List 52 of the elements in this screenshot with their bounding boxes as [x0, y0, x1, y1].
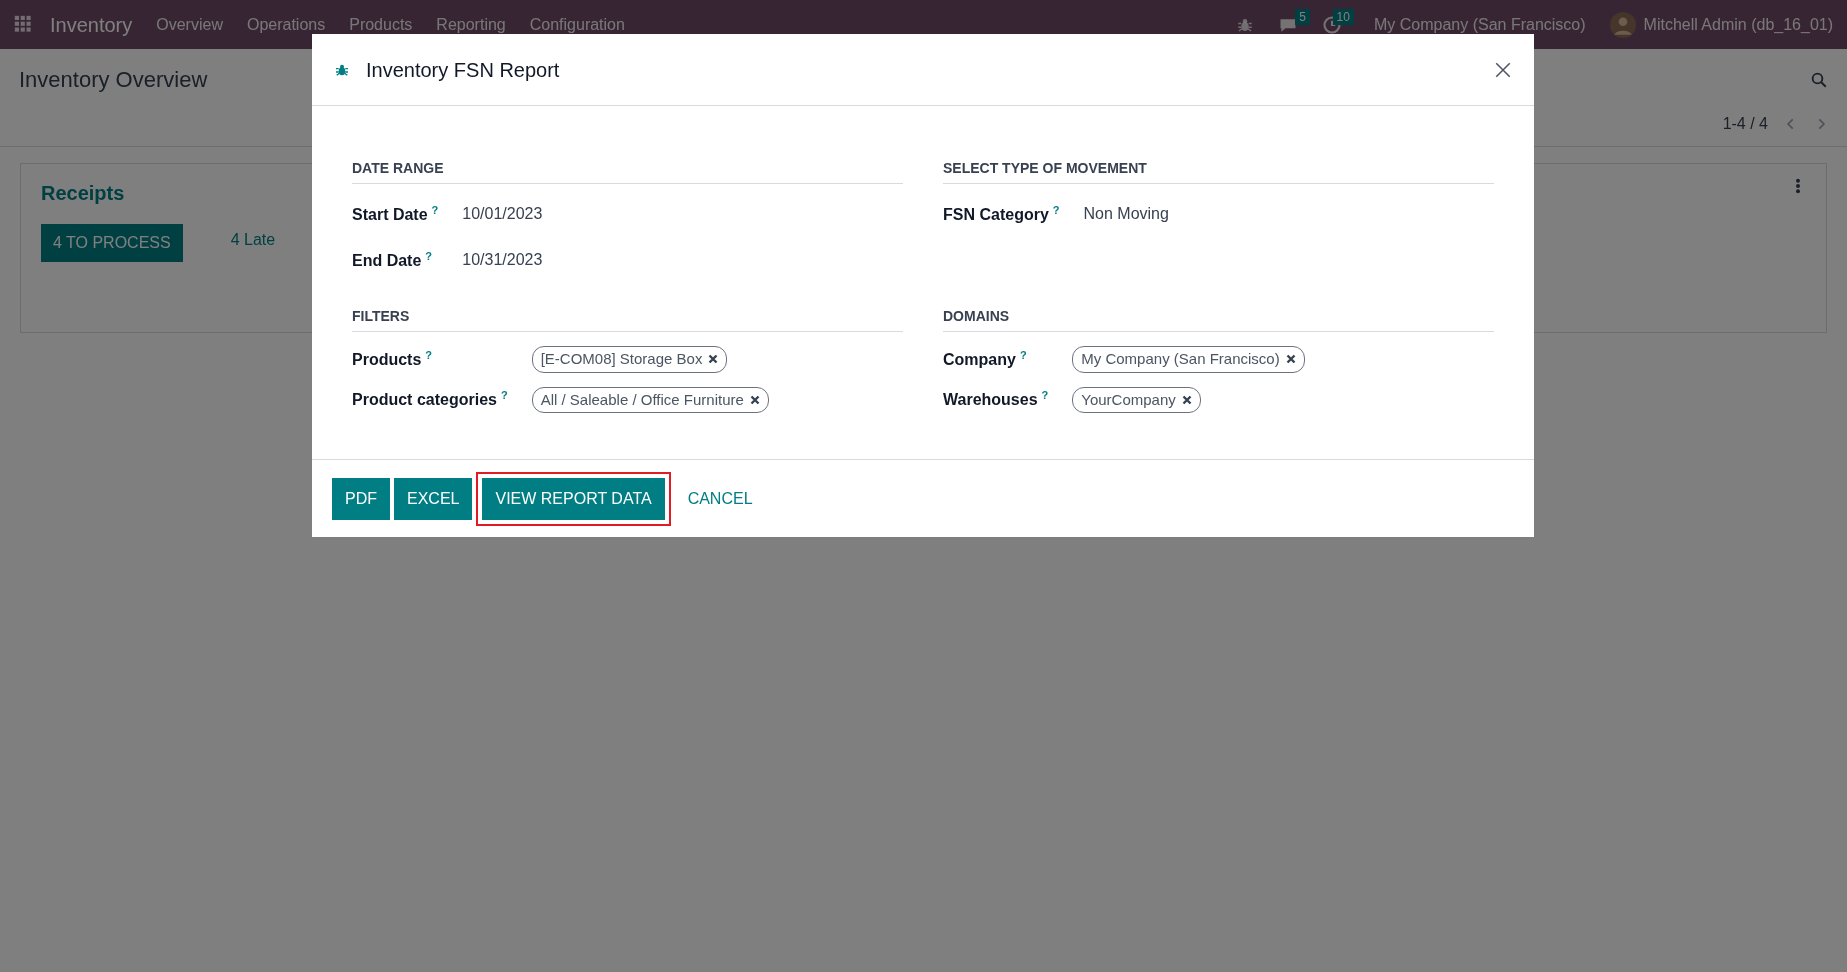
user-menu[interactable]: Mitchell Admin (db_16_01): [1643, 12, 1833, 37]
field-label: Product categories: [352, 391, 497, 409]
menu-item[interactable]: Operations: [246, 12, 326, 37]
section-heading: FILTERS: [352, 306, 903, 332]
tag-chip: My Company (San Francisco): [1072, 346, 1305, 373]
field-value[interactable]: 10/01/2023: [462, 198, 543, 230]
card-title: Receipts: [41, 181, 126, 206]
help-tooltip[interactable]: ?: [1052, 203, 1060, 216]
help-tooltip[interactable]: ?: [1041, 389, 1049, 402]
menu-item[interactable]: Products: [349, 12, 413, 37]
section-heading: SELECT TYPE OF MOVEMENT: [943, 158, 1494, 184]
pager-value: 1-4 / 4: [1722, 114, 1768, 134]
help-tooltip[interactable]: ?: [425, 249, 433, 262]
field-label: Products: [352, 350, 422, 368]
field-label: Company: [943, 350, 1016, 368]
company-switcher[interactable]: My Company (San Francisco): [1373, 12, 1586, 37]
field-value[interactable]: 10/31/2023: [462, 244, 543, 276]
tag-chip: YourCompany: [1072, 386, 1201, 413]
close-icon[interactable]: [1494, 60, 1512, 79]
field-label: End Date: [352, 251, 422, 269]
dialog-button[interactable]: EXCEL: [394, 477, 473, 520]
breadcrumb: Inventory Overview: [19, 66, 208, 94]
app-name[interactable]: Inventory: [50, 9, 133, 40]
help-tooltip[interactable]: ?: [500, 389, 508, 402]
remove-icon[interactable]: [1181, 394, 1192, 405]
count-badge: 10: [1332, 8, 1354, 25]
tag-chip: [E-COM08] Storage Box: [531, 346, 728, 373]
field-label: FSN Category: [943, 205, 1049, 223]
help-tooltip[interactable]: ?: [425, 348, 433, 361]
remove-icon[interactable]: [1285, 354, 1296, 365]
field-label: Start Date: [352, 205, 428, 223]
field-value[interactable]: Non Moving: [1083, 198, 1169, 230]
menu-item[interactable]: Reporting: [436, 12, 506, 37]
dialog-button[interactable]: PDF: [332, 477, 390, 520]
menu-item[interactable]: Overview: [156, 12, 223, 37]
process-button[interactable]: 4 TO PROCESS: [41, 224, 183, 262]
tag-chip: All / Saleable / Office Furniture: [531, 386, 769, 413]
section-heading: DATE RANGE: [352, 158, 903, 184]
search-icon[interactable]: [1810, 70, 1828, 89]
apps-icon[interactable]: [14, 14, 34, 35]
field-label: Warehouses: [943, 391, 1038, 409]
dialog-title: Inventory FSN Report: [366, 57, 560, 83]
dialog-button[interactable]: VIEW REPORT DATA: [476, 471, 671, 526]
help-tooltip[interactable]: ?: [1019, 348, 1027, 361]
count-badge: 5: [1295, 8, 1310, 25]
remove-icon[interactable]: [749, 394, 760, 405]
help-tooltip[interactable]: ?: [431, 203, 439, 216]
remove-icon[interactable]: [708, 354, 719, 365]
menu-item[interactable]: Configuration: [529, 12, 625, 37]
late-link[interactable]: 4 Late: [230, 228, 276, 252]
cancel-link[interactable]: CANCEL: [674, 477, 766, 520]
section-heading: DOMAINS: [943, 306, 1494, 332]
